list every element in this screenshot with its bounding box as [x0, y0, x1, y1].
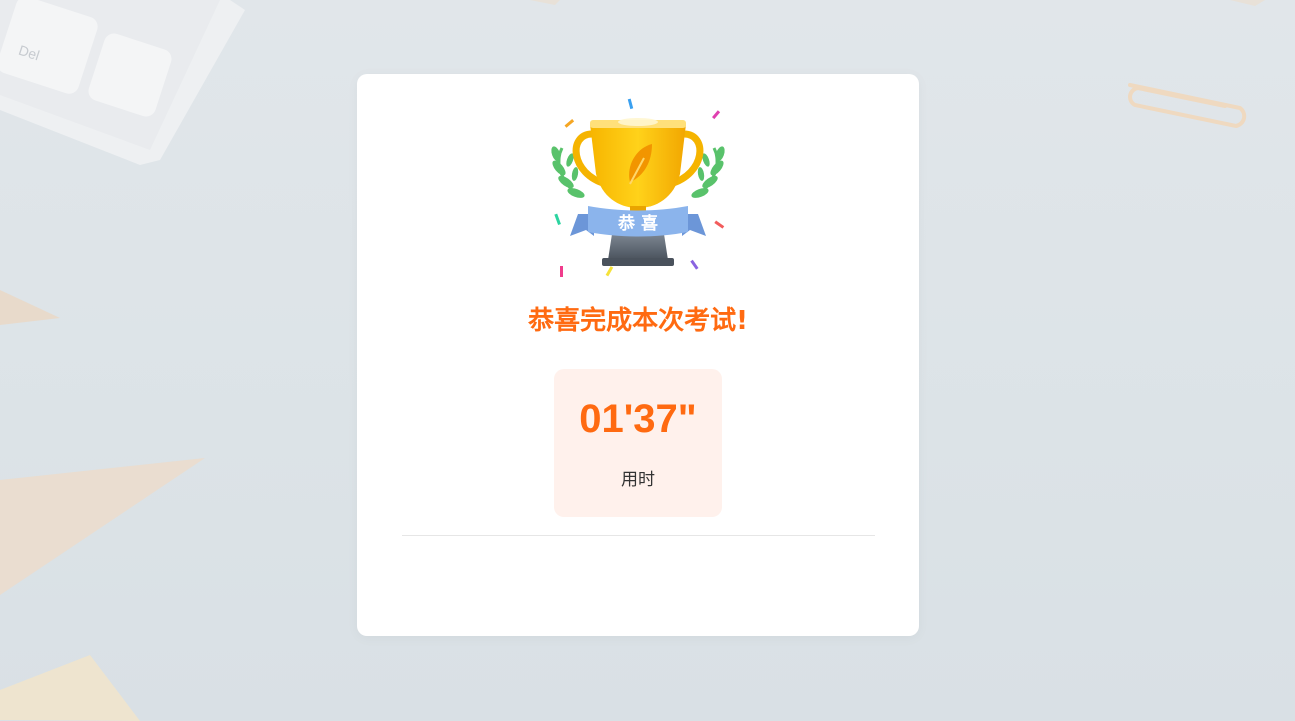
- sticky-note-decoration: [0, 655, 140, 721]
- keyboard-decoration: Del: [0, 0, 245, 165]
- corner-decoration-top: [530, 0, 560, 5]
- paper-plane-piece: [0, 290, 60, 325]
- completion-title: 恭喜完成本次考试!: [528, 306, 748, 336]
- paper-plane-decoration: [0, 458, 205, 595]
- time-used-value: 01'37": [579, 397, 697, 441]
- trophy-icon: 恭 喜: [551, 98, 725, 277]
- trophy-ribbon-text: 恭 喜: [617, 213, 658, 234]
- time-stat-box: 01'37" 用时: [554, 369, 722, 517]
- paperclip-decoration: [1128, 83, 1247, 129]
- divider: [402, 535, 875, 536]
- time-used-label: 用时: [621, 470, 655, 490]
- result-card: 恭 喜 恭喜完成本次考试! 01'37" 用时: [357, 74, 919, 636]
- corner-decoration: [1230, 0, 1265, 6]
